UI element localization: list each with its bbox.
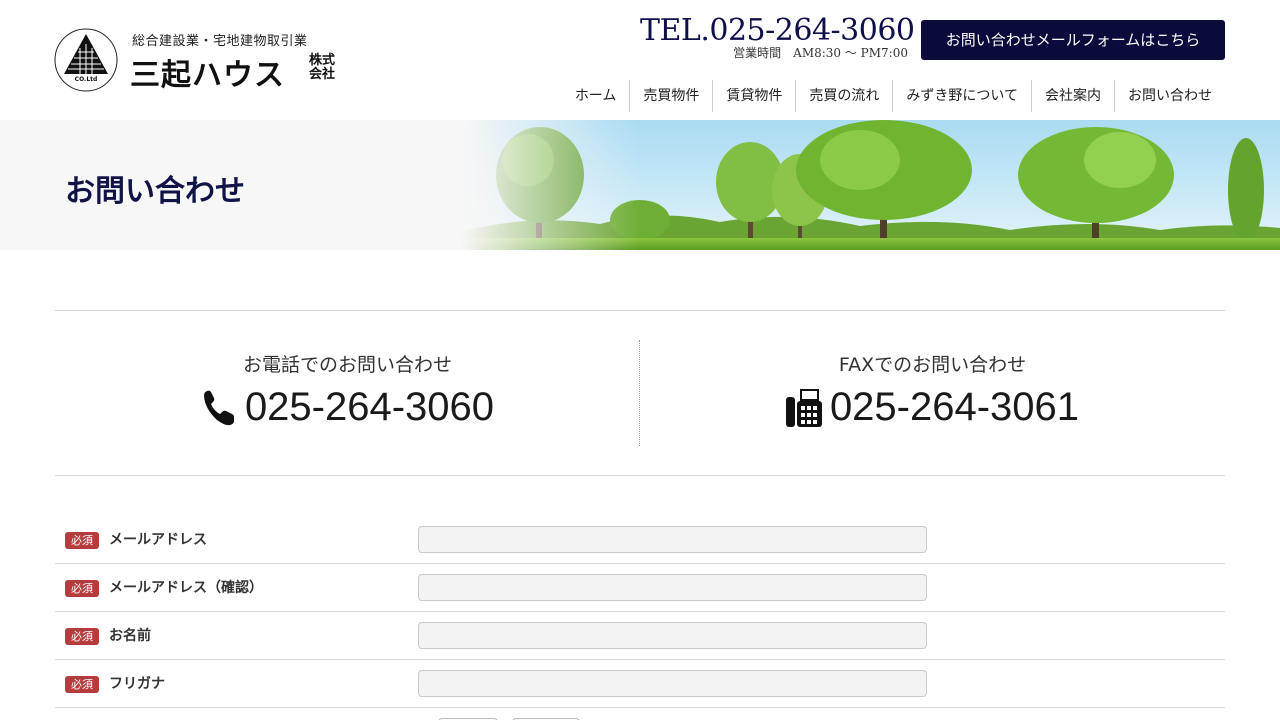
name-label: お名前 [109, 628, 151, 644]
logo-company-name: 三起ハウス [130, 58, 285, 93]
form-row-furigana: 必須 フリガナ [55, 660, 1225, 708]
required-badge: 必須 [65, 532, 99, 549]
logo-mark-bottom-text: CO.Ltd [75, 76, 98, 83]
nav-item-contact[interactable]: お問い合わせ [1114, 80, 1225, 112]
company-logo[interactable]: CO.Ltd 総合建設業・宅地建物取引業 三起ハウス 株式会社 [54, 28, 344, 93]
required-badge: 必須 [65, 580, 99, 597]
fax-contact: FAXでのお問い合わせ 025-264-3061 [640, 340, 1225, 446]
page-hero: お問い合わせ [0, 120, 1280, 250]
divider [55, 475, 1225, 476]
contact-form-button[interactable]: お問い合わせメールフォームはこちら [921, 20, 1225, 60]
phone-contact: お電話でのお問い合わせ 025-264-3060 [55, 340, 640, 446]
form-row-name: 必須 お名前 [55, 612, 1225, 660]
email-confirm-label: メールアドレス（確認） [109, 580, 263, 596]
tel-block: TEL.025-264-3060 営業時間 AM8:30 ～ PM7:00 [640, 14, 915, 61]
logo-tagline: 総合建設業・宅地建物取引業 [132, 34, 308, 49]
contact-form: 必須 メールアドレス 必須 メールアドレス（確認） 必須 お名前 必須 フリガナ [55, 516, 1225, 708]
fax-contact-label: FAXでのお問い合わせ [838, 354, 1027, 376]
nav-item-sale-flow[interactable]: 売買の流れ [795, 80, 892, 112]
fax-number: 025-264-3061 [829, 385, 1080, 429]
required-badge: 必須 [65, 628, 99, 645]
logo-mark-icon: CO.Ltd [54, 28, 118, 92]
page-title: お問い合わせ [65, 174, 245, 209]
divider [55, 310, 1225, 311]
nav-item-rental-properties[interactable]: 賃貸物件 [712, 80, 795, 112]
nav-item-company[interactable]: 会社案内 [1031, 80, 1114, 112]
nav-item-home[interactable]: ホーム [562, 80, 630, 112]
required-badge: 必須 [65, 676, 99, 693]
logo-company-suffix: 株式会社 [308, 53, 335, 82]
phone-icon [203, 390, 234, 426]
nav-item-mizukino[interactable]: みずき野について [892, 80, 1031, 112]
form-row-email: 必須 メールアドレス [55, 516, 1225, 564]
phone-contact-line[interactable]: 025-264-3060 [55, 384, 640, 430]
header-tel[interactable]: TEL.025-264-3060 [640, 14, 915, 48]
form-row-partial [55, 708, 1225, 720]
furigana-field[interactable] [418, 670, 927, 697]
name-field[interactable] [418, 622, 927, 649]
site-header: CO.Ltd 総合建設業・宅地建物取引業 三起ハウス 株式会社 TEL.025-… [0, 0, 1280, 120]
fax-contact-line: 025-264-3061 [640, 384, 1225, 430]
email-label: メールアドレス [109, 532, 207, 548]
business-hours: 営業時間 AM8:30 ～ PM7:00 [733, 46, 908, 60]
furigana-label: フリガナ [109, 676, 165, 692]
email-confirm-field[interactable] [418, 574, 927, 601]
nav-item-sale-properties[interactable]: 売買物件 [629, 80, 712, 112]
email-field[interactable] [418, 526, 927, 553]
fax-icon [785, 389, 822, 427]
phone-number: 025-264-3060 [244, 385, 495, 429]
form-row-email-confirm: 必須 メールアドレス（確認） [55, 564, 1225, 612]
phone-contact-label: お電話でのお問い合わせ [242, 354, 452, 376]
global-nav: ホーム 売買物件 賃貸物件 売買の流れ みずき野について 会社案内 お問い合わせ [562, 80, 1225, 112]
